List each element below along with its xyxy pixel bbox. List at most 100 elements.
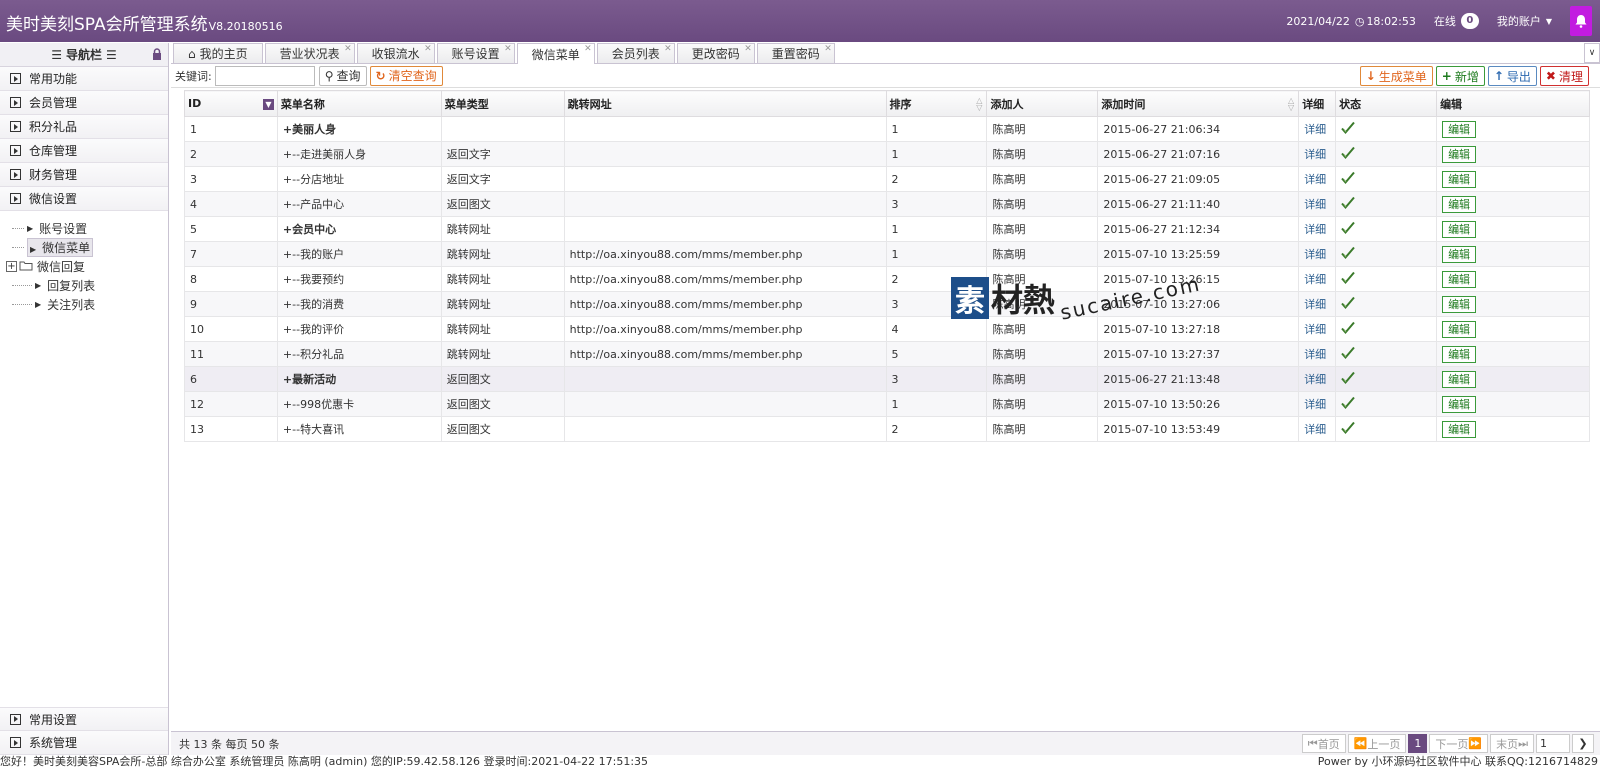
table-row[interactable]: 2 +--走进美丽人身 返回文字 1 陈高明 2015-06-27 21:07:16 详细 编… (184, 141, 1590, 167)
table-row[interactable]: 8 +--我要预约 跳转网址 http://oa.xinyou88.com/mms/m… (184, 266, 1590, 292)
tab-member-list[interactable]: 会员列表 ✕ (596, 43, 675, 63)
edit-button[interactable]: 编辑 (1442, 195, 1477, 213)
check-icon[interactable] (1341, 246, 1355, 263)
edit-button[interactable]: 编辑 (1442, 245, 1477, 263)
tree-item-wechat-reply[interactable]: + 微信回复 (6, 257, 168, 276)
edit-button[interactable]: 编辑 (1442, 120, 1477, 138)
online-indicator[interactable]: 在线 0 (1434, 13, 1479, 29)
detail-link[interactable]: 详细 (1304, 373, 1326, 386)
detail-link[interactable]: 详细 (1304, 248, 1326, 261)
edit-button[interactable]: 编辑 (1442, 220, 1477, 238)
check-icon[interactable] (1341, 146, 1355, 163)
tab-business-status[interactable]: 营业状况表 ✕ (264, 43, 355, 63)
purge-button[interactable]: ✖ 清理 (1539, 66, 1589, 86)
tab-reset-password[interactable]: 重置密码 ✕ (756, 43, 835, 63)
sidebar-item-common[interactable]: 常用功能 (0, 67, 168, 91)
tree-item-wechat-menu[interactable]: ▶ 微信菜单 (12, 238, 168, 257)
detail-link[interactable]: 详细 (1304, 323, 1326, 336)
generate-menu-button[interactable]: ↓ 生成菜单 (1359, 66, 1433, 86)
column-header-creator[interactable]: 添加人 (986, 90, 1099, 117)
column-header-name[interactable]: 菜单名称 (276, 90, 442, 117)
edit-button[interactable]: 编辑 (1442, 295, 1477, 313)
sidebar-item-system[interactable]: 系统管理 (0, 731, 168, 755)
detail-link[interactable]: 详细 (1304, 123, 1326, 136)
add-button[interactable]: + 新增 (1435, 66, 1485, 86)
close-icon[interactable]: ✕ (504, 44, 512, 54)
check-icon[interactable] (1341, 196, 1355, 213)
table-row[interactable]: 12 +--998优惠卡 返回图文 1 陈高明 2015-07-10 13:50:26 详细… (184, 391, 1590, 417)
expand-plus-icon[interactable]: + (6, 261, 17, 272)
column-header-order[interactable]: 排序 △ ▽ (885, 90, 988, 117)
check-icon[interactable] (1341, 371, 1355, 388)
sidebar-item-points[interactable]: 积分礼品 (0, 115, 168, 139)
column-header-time[interactable]: 添加时间 △ ▽ (1097, 90, 1300, 117)
go-page-button[interactable]: ❯ (1572, 734, 1594, 753)
tab-change-password[interactable]: 更改密码 ✕ (676, 43, 755, 63)
edit-button[interactable]: 编辑 (1442, 320, 1477, 338)
tab-home[interactable]: ⌂ 我的主页 (173, 43, 263, 63)
edit-button[interactable]: 编辑 (1442, 170, 1477, 188)
sidebar-item-members[interactable]: 会员管理 (0, 91, 168, 115)
check-icon[interactable] (1341, 421, 1355, 438)
prev-page-button[interactable]: ⏪ 上一页 (1347, 734, 1407, 753)
table-row[interactable]: 13 +--特大喜讯 返回图文 2 陈高明 2015-07-10 13:53:49 详细 编辑 (184, 416, 1590, 442)
export-button[interactable]: ↑ 导出 (1487, 66, 1537, 86)
close-icon[interactable]: ✕ (424, 44, 432, 54)
tab-wechat-menu[interactable]: 微信菜单 ✕ (516, 43, 595, 64)
check-icon[interactable] (1341, 271, 1355, 288)
table-row[interactable]: 11 +--积分礼品 跳转网址 http://oa.xinyou88.com/mms/… (184, 341, 1590, 367)
table-row[interactable]: 5 +会员中心 跳转网址 1 陈高明 2015-06-27 21:12:34 详细 编辑 (184, 216, 1590, 242)
last-page-button[interactable]: 末页 ⏭ (1490, 734, 1534, 753)
sidebar-item-wechat[interactable]: 微信设置 (0, 187, 168, 211)
detail-link[interactable]: 详细 (1304, 223, 1326, 236)
sidebar-item-finance[interactable]: 财务管理 (0, 163, 168, 187)
detail-link[interactable]: 详细 (1304, 173, 1326, 186)
check-icon[interactable] (1341, 221, 1355, 238)
check-icon[interactable] (1341, 296, 1355, 313)
tree-item-account-settings[interactable]: ▶ 账号设置 (12, 219, 168, 238)
check-icon[interactable] (1341, 396, 1355, 413)
table-row[interactable]: 1 +美丽人身 1 陈高明 2015-06-27 21:06:34 详细 编辑 (184, 116, 1590, 142)
table-row[interactable]: 9 +--我的消费 跳转网址 http://oa.xinyou88.com/mms/m… (184, 291, 1590, 317)
keyword-input[interactable] (214, 65, 315, 86)
account-menu[interactable]: 我的账户 ▼ (1497, 13, 1552, 29)
lock-icon[interactable] (152, 48, 162, 63)
edit-button[interactable]: 编辑 (1442, 345, 1477, 363)
table-row[interactable]: 3 +--分店地址 返回文字 2 陈高明 2015-06-27 21:09:05 详细 编辑 (184, 166, 1590, 192)
tab-cash-flow[interactable]: 收银流水 ✕ (356, 43, 435, 63)
tree-item-follow-list[interactable]: ▶ 关注列表 (12, 295, 168, 314)
detail-link[interactable]: 详细 (1304, 348, 1326, 361)
table-row[interactable]: 10 +--我的评价 跳转网址 http://oa.xinyou88.com/mms/… (184, 316, 1590, 342)
sidebar-item-warehouse[interactable]: 仓库管理 (0, 139, 168, 163)
table-row[interactable]: 7 +--我的账户 跳转网址 http://oa.xinyou88.com/mms/m… (184, 241, 1590, 267)
edit-button[interactable]: 编辑 (1442, 145, 1477, 163)
table-row[interactable]: 4 +--产品中心 返回图文 3 陈高明 2015-06-27 21:11:40 详细 编辑 (184, 191, 1590, 217)
detail-link[interactable]: 详细 (1304, 148, 1326, 161)
detail-link[interactable]: 详细 (1304, 298, 1326, 311)
sidebar-item-settings[interactable]: 常用设置 (0, 707, 168, 731)
column-header-url[interactable]: 跳转网址 (563, 90, 887, 117)
edit-button[interactable]: 编辑 (1442, 370, 1477, 388)
edit-button[interactable]: 编辑 (1442, 395, 1477, 413)
search-button[interactable]: ⚲ 查询 (318, 65, 367, 86)
clear-search-button[interactable]: ↻ 清空查询 (369, 65, 443, 86)
check-icon[interactable] (1341, 321, 1355, 338)
table-row[interactable]: 6 +最新活动 返回图文 3 陈高明 2015-06-27 21:13:48 详细 编辑 (184, 366, 1590, 392)
check-icon[interactable] (1341, 121, 1355, 138)
detail-link[interactable]: 详细 (1304, 198, 1326, 211)
edit-button[interactable]: 编辑 (1442, 270, 1477, 288)
chevron-double-down-icon[interactable]: ∨ (1584, 43, 1600, 63)
page-input[interactable]: 1 (1536, 734, 1570, 753)
close-icon[interactable]: ✕ (344, 44, 352, 54)
close-icon[interactable]: ✕ (584, 44, 592, 54)
edit-button[interactable]: 编辑 (1442, 420, 1477, 438)
bell-icon[interactable] (1570, 6, 1592, 36)
close-icon[interactable]: ✕ (744, 44, 752, 54)
close-icon[interactable]: ✕ (824, 44, 832, 54)
first-page-button[interactable]: ⏮ 首页 (1301, 734, 1346, 753)
next-page-button[interactable]: 下一页 ⏩ (1429, 734, 1489, 753)
check-icon[interactable] (1341, 346, 1355, 363)
detail-link[interactable]: 详细 (1304, 423, 1326, 436)
tab-account-settings[interactable]: 账号设置 ✕ (436, 43, 515, 63)
column-header-id[interactable]: ID ▼ (184, 90, 278, 117)
